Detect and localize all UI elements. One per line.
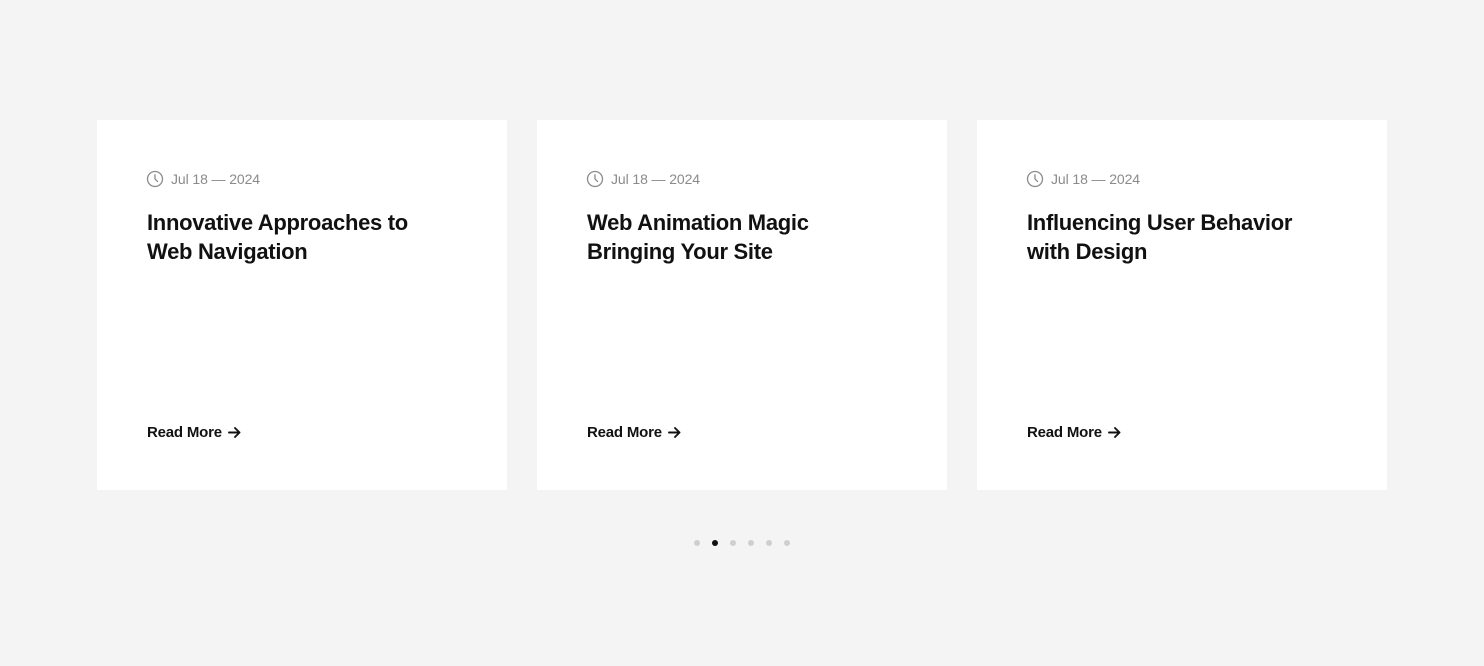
clock-icon [1026, 170, 1044, 188]
blog-card-2[interactable]: Jul 18 — 2024 Web Animation Magic Bringi… [537, 120, 947, 490]
clock-icon [586, 170, 604, 188]
pagination-dot-3[interactable] [730, 540, 736, 546]
clock-icon [146, 170, 164, 188]
card-date: Jul 18 — 2024 [1026, 170, 1140, 188]
pagination-dot-4[interactable] [748, 540, 754, 546]
blog-card-carousel: Jul 18 — 2024 Innovative Approaches to W… [97, 120, 1387, 490]
read-more-link[interactable]: Read More [1027, 424, 1122, 441]
date-text: Jul 18 — 2024 [171, 171, 260, 187]
card-title[interactable]: Web Animation Magic Bringing Your Site [587, 208, 887, 266]
pagination-dot-1[interactable] [694, 540, 700, 546]
blog-card-3[interactable]: Jul 18 — 2024 Influencing User Behavior … [977, 120, 1387, 490]
card-title-line: Bringing Your Site [587, 239, 773, 264]
card-title[interactable]: Influencing User Behavior with Design [1027, 208, 1327, 266]
read-more-label: Read More [147, 424, 222, 441]
blog-card-1[interactable]: Jul 18 — 2024 Innovative Approaches to W… [97, 120, 507, 490]
read-more-link[interactable]: Read More [147, 424, 242, 441]
read-more-label: Read More [587, 424, 662, 441]
card-date: Jul 18 — 2024 [146, 170, 260, 188]
arrow-right-icon [1107, 425, 1122, 440]
read-more-link[interactable]: Read More [587, 424, 682, 441]
carousel-pagination [694, 540, 790, 546]
pagination-dot-2-active[interactable] [712, 540, 718, 546]
card-title[interactable]: Innovative Approaches to Web Navigation [147, 208, 447, 266]
arrow-right-icon [227, 425, 242, 440]
pagination-dot-5[interactable] [766, 540, 772, 546]
date-text: Jul 18 — 2024 [611, 171, 700, 187]
read-more-label: Read More [1027, 424, 1102, 441]
card-title-line: Web Animation Magic [587, 210, 809, 235]
card-date: Jul 18 — 2024 [586, 170, 700, 188]
card-title-line: Web Navigation [147, 239, 308, 264]
date-text: Jul 18 — 2024 [1051, 171, 1140, 187]
pagination-dot-6[interactable] [784, 540, 790, 546]
card-title-line: with Design [1027, 239, 1148, 264]
card-title-line: Innovative Approaches to [147, 210, 408, 235]
arrow-right-icon [667, 425, 682, 440]
card-title-line: Influencing User Behavior [1027, 210, 1293, 235]
